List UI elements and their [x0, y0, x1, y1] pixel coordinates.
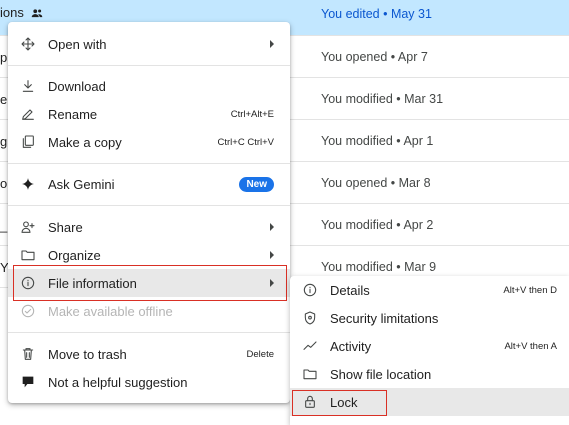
- file-name: p: [0, 50, 8, 65]
- menu-item-open-with[interactable]: Open with: [8, 30, 290, 58]
- menu-item-move-to-trash[interactable]: Move to trash Delete: [8, 340, 290, 368]
- file-meta: You modified • Mar 31: [321, 92, 444, 106]
- submenu-item-activity[interactable]: Activity Alt+V then A: [290, 332, 569, 360]
- file-name: o: [0, 176, 8, 191]
- menu-divider: [8, 332, 290, 333]
- menu-item-ask-gemini[interactable]: Ask Gemini New: [8, 170, 290, 198]
- chevron-right-icon: [270, 40, 274, 48]
- gemini-sparkle-icon: [22, 178, 34, 190]
- menu-item-make-available-offline[interactable]: Make available offline: [8, 297, 290, 325]
- menu-divider: [8, 65, 290, 66]
- menu-item-label: Rename: [48, 106, 98, 122]
- file-meta: You edited • May 31: [321, 7, 432, 21]
- shortcut-text: Alt+V then D: [503, 284, 557, 296]
- shared-icon: [31, 8, 43, 17]
- shortcut-text: Alt+V then A: [504, 340, 557, 352]
- thumbs-down-feedback-icon: [22, 376, 34, 388]
- chevron-right-icon: [270, 223, 274, 231]
- menu-item-label: Open with: [48, 36, 107, 52]
- chevron-right-icon: [270, 279, 274, 287]
- file-meta: You modified • Apr 1: [321, 134, 434, 148]
- menu-item-label: Organize: [48, 247, 101, 263]
- menu-item-label: Ask Gemini: [48, 176, 115, 192]
- menu-item-label: File information: [48, 275, 137, 291]
- menu-item-label: Activity: [330, 338, 372, 354]
- offline-check-icon: [21, 304, 35, 318]
- menu-item-label: Make available offline: [48, 303, 173, 319]
- file-name: ions: [0, 5, 44, 20]
- new-badge: New: [239, 176, 274, 192]
- download-icon: [22, 80, 34, 92]
- lock-icon: [305, 395, 315, 408]
- menu-item-label: Not a helpful suggestion: [48, 374, 188, 390]
- menu-item-label: Security limitations: [330, 310, 439, 326]
- menu-item-share[interactable]: Share: [8, 213, 290, 241]
- menu-item-label: Share: [48, 219, 83, 235]
- file-name: _: [0, 218, 8, 233]
- folder-icon: [21, 250, 35, 261]
- activity-trend-icon: [303, 341, 317, 350]
- menu-item-not-helpful[interactable]: Not a helpful suggestion: [8, 368, 290, 396]
- add-person-icon: [21, 221, 35, 233]
- file-information-submenu: Details Alt+V then D Security limitation…: [290, 276, 569, 425]
- submenu-item-show-file-location[interactable]: Show file location: [290, 360, 569, 388]
- menu-item-label: Lock: [330, 394, 358, 410]
- info-icon: [303, 283, 317, 297]
- menu-item-label: Make a copy: [48, 134, 122, 150]
- submenu-item-details[interactable]: Details Alt+V then D: [290, 276, 569, 304]
- shortcut-text: Ctrl+Alt+E: [230, 108, 274, 120]
- menu-item-rename[interactable]: Rename Ctrl+Alt+E: [8, 100, 290, 128]
- pencil-icon: [22, 109, 34, 120]
- copy-icon: [22, 135, 34, 148]
- chevron-right-icon: [270, 251, 274, 259]
- trash-icon: [22, 348, 34, 360]
- menu-item-download[interactable]: Download: [8, 72, 290, 100]
- shortcut-text: Delete: [246, 348, 274, 360]
- menu-item-label: Show file location: [330, 366, 432, 382]
- info-icon: [21, 276, 35, 290]
- menu-item-label: Details: [330, 282, 370, 298]
- folder-icon: [303, 369, 317, 380]
- menu-divider: [8, 205, 290, 206]
- shield-icon: [304, 311, 316, 325]
- menu-item-make-a-copy[interactable]: Make a copy Ctrl+C Ctrl+V: [8, 128, 290, 156]
- file-meta: You opened • Mar 8: [321, 176, 431, 190]
- file-name: e: [0, 92, 8, 107]
- menu-item-label: Move to trash: [48, 346, 127, 362]
- context-menu: Open with Download Rename Ctrl+Alt+E Mak…: [8, 22, 290, 403]
- menu-divider: [8, 163, 290, 164]
- submenu-item-security-limitations[interactable]: Security limitations: [290, 304, 569, 332]
- shortcut-text: Ctrl+C Ctrl+V: [217, 136, 274, 148]
- file-meta: You opened • Apr 7: [321, 50, 428, 64]
- submenu-item-lock[interactable]: Lock: [290, 388, 569, 416]
- menu-item-label: Download: [48, 78, 106, 94]
- menu-item-organize[interactable]: Organize: [8, 241, 290, 269]
- file-meta: You modified • Apr 2: [321, 218, 434, 232]
- file-name: g: [0, 134, 8, 149]
- menu-item-file-information[interactable]: File information: [8, 269, 290, 297]
- move-arrows-icon: [21, 37, 35, 51]
